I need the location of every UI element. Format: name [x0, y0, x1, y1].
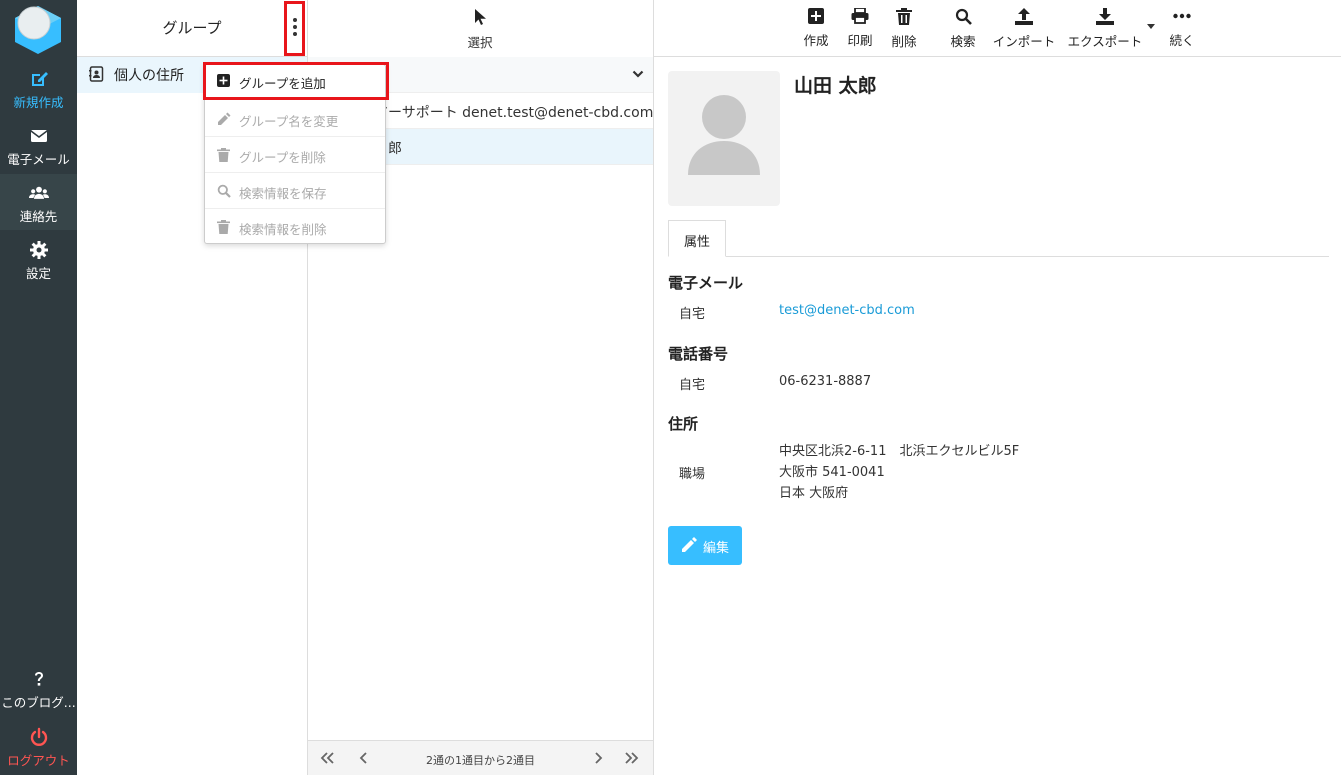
- users-icon: [28, 186, 49, 199]
- print-button[interactable]: 印刷: [843, 6, 877, 49]
- compose-icon: [31, 72, 48, 86]
- plus-square-icon: [808, 8, 824, 24]
- address-book-icon: [89, 66, 104, 82]
- chevron-down-icon: [632, 70, 644, 78]
- nav-logout[interactable]: ログアウト: [0, 718, 77, 774]
- contact-details-pane: 作成 印刷 削除 検索 インポート エクスポート 続く 山田 太郎 属性 電子メ…: [654, 0, 1341, 775]
- nav-contacts-label: 連絡先: [19, 209, 58, 224]
- contact-name: 山田 太郎: [794, 75, 877, 97]
- menu-add-group[interactable]: グループを追加: [203, 62, 389, 100]
- address-line: 日本 大阪府: [779, 486, 849, 501]
- email-link[interactable]: test@denet-cbd.com: [779, 300, 915, 321]
- menu-item-label: 検索情報を削除: [239, 222, 327, 237]
- pagination-bar: 2通の1通目から2通目: [308, 740, 653, 775]
- power-icon: [30, 727, 47, 746]
- groups-menu-button[interactable]: [284, 1, 305, 56]
- nav-mail-label: 電子メール: [7, 152, 70, 167]
- import-label: インポート: [992, 34, 1056, 49]
- delete-label: 削除: [891, 34, 917, 49]
- app-sidebar: 新規作成 電子メール 連絡先 設定 このブログ... ログアウト: [0, 0, 77, 775]
- trash-icon: [896, 8, 912, 25]
- group-actions-menu: グループを追加 グループ名を変更 グループを削除 検索情報を保存 検索情報を削除: [203, 62, 389, 245]
- question-icon: [34, 672, 43, 686]
- cursor-icon: [475, 9, 486, 25]
- address-line: 中央区北浜2-6-11 北浜エクセルビル5F: [779, 444, 1020, 459]
- contact-avatar: [668, 71, 780, 206]
- menu-item-label: グループを削除: [239, 150, 326, 165]
- ellipsis-icon: [1173, 13, 1191, 19]
- app-logo[interactable]: [12, 3, 64, 55]
- group-item-label: 個人の住所: [114, 68, 184, 84]
- upload-icon: [1015, 8, 1033, 25]
- address-section-title: 住所: [668, 415, 699, 433]
- printer-icon: [851, 8, 869, 24]
- envelope-icon: [30, 130, 47, 142]
- search-button[interactable]: 検索: [946, 6, 980, 50]
- print-label: 印刷: [847, 33, 873, 48]
- nav-settings-label: 設定: [25, 266, 51, 281]
- select-label: 選択: [467, 35, 493, 50]
- create-button[interactable]: 作成: [799, 6, 833, 49]
- trash-icon: [217, 220, 230, 234]
- groups-header: グループ: [77, 0, 307, 57]
- edit-button[interactable]: 編集: [668, 526, 742, 565]
- pencil-icon: [218, 112, 231, 125]
- next-page-icon[interactable]: [590, 751, 606, 765]
- tab-properties[interactable]: 属性: [668, 220, 726, 257]
- export-button[interactable]: エクスポート: [1066, 6, 1144, 50]
- menu-delete-group[interactable]: グループを削除: [205, 137, 385, 173]
- more-label: 続く: [1169, 33, 1195, 48]
- create-label: 作成: [803, 33, 829, 48]
- prev-page-icon[interactable]: [356, 751, 372, 765]
- phone-type-label: 自宅: [679, 378, 706, 393]
- trash-icon: [217, 148, 230, 162]
- nav-mail[interactable]: 電子メール: [0, 117, 77, 173]
- nav-logout-label: ログアウト: [7, 753, 70, 768]
- export-dropdown-caret-icon[interactable]: [1147, 24, 1155, 29]
- export-label: エクスポート: [1067, 34, 1143, 49]
- contact-toolbar: 作成 印刷 削除 検索 インポート エクスポート 続く: [654, 0, 1341, 57]
- search-label: 検索: [950, 34, 976, 49]
- nav-settings[interactable]: 設定: [0, 231, 77, 287]
- phone-section-title: 電話番号: [668, 345, 729, 363]
- last-page-icon[interactable]: [624, 751, 640, 765]
- nav-compose-label: 新規作成: [13, 95, 64, 110]
- menu-delete-search[interactable]: 検索情報を削除: [205, 209, 385, 245]
- contact-row-label: マーサポート denet.test@denet-cbd.com: [374, 105, 654, 121]
- groups-title: グループ: [162, 19, 222, 37]
- more-button[interactable]: 続く: [1165, 6, 1199, 49]
- contact-row-label: 郎: [388, 141, 402, 157]
- nav-compose[interactable]: 新規作成: [0, 60, 77, 116]
- menu-save-search[interactable]: 検索情報を保存: [205, 173, 385, 209]
- nav-about[interactable]: このブログ...: [0, 660, 77, 716]
- email-type-label: 自宅: [679, 307, 706, 322]
- plus-square-icon: [217, 74, 230, 87]
- address-type-label: 職場: [679, 467, 706, 482]
- nav-about-label: このブログ...: [1, 695, 76, 710]
- email-section-title: 電子メール: [668, 274, 744, 292]
- gear-icon: [29, 241, 48, 259]
- kebab-dot-icon: [293, 18, 297, 22]
- details-tab-bar: 属性: [668, 220, 1329, 257]
- menu-item-label: 検索情報を保存: [239, 186, 327, 201]
- kebab-dot-icon: [293, 32, 297, 36]
- pencil-icon: [682, 537, 697, 552]
- phone-value: 06-6231-8887: [779, 374, 872, 389]
- import-button[interactable]: インポート: [990, 6, 1058, 50]
- address-line: 大阪市 541-0041: [779, 465, 885, 480]
- download-icon: [1096, 8, 1114, 25]
- menu-rename-group[interactable]: グループ名を変更: [205, 101, 385, 137]
- select-button[interactable]: 選択: [458, 6, 502, 51]
- menu-item-label: グループを追加: [239, 76, 326, 91]
- delete-button[interactable]: 削除: [887, 6, 921, 50]
- edit-label: 編集: [703, 541, 730, 556]
- search-icon: [955, 8, 972, 25]
- page-count: 2通の1通目から2通目: [426, 754, 535, 767]
- nav-contacts[interactable]: 連絡先: [0, 174, 77, 230]
- menu-item-label: グループ名を変更: [239, 114, 339, 129]
- first-page-icon[interactable]: [319, 751, 335, 765]
- search-icon: [217, 184, 231, 198]
- kebab-dot-icon: [293, 25, 297, 29]
- person-placeholder-icon: [688, 95, 760, 175]
